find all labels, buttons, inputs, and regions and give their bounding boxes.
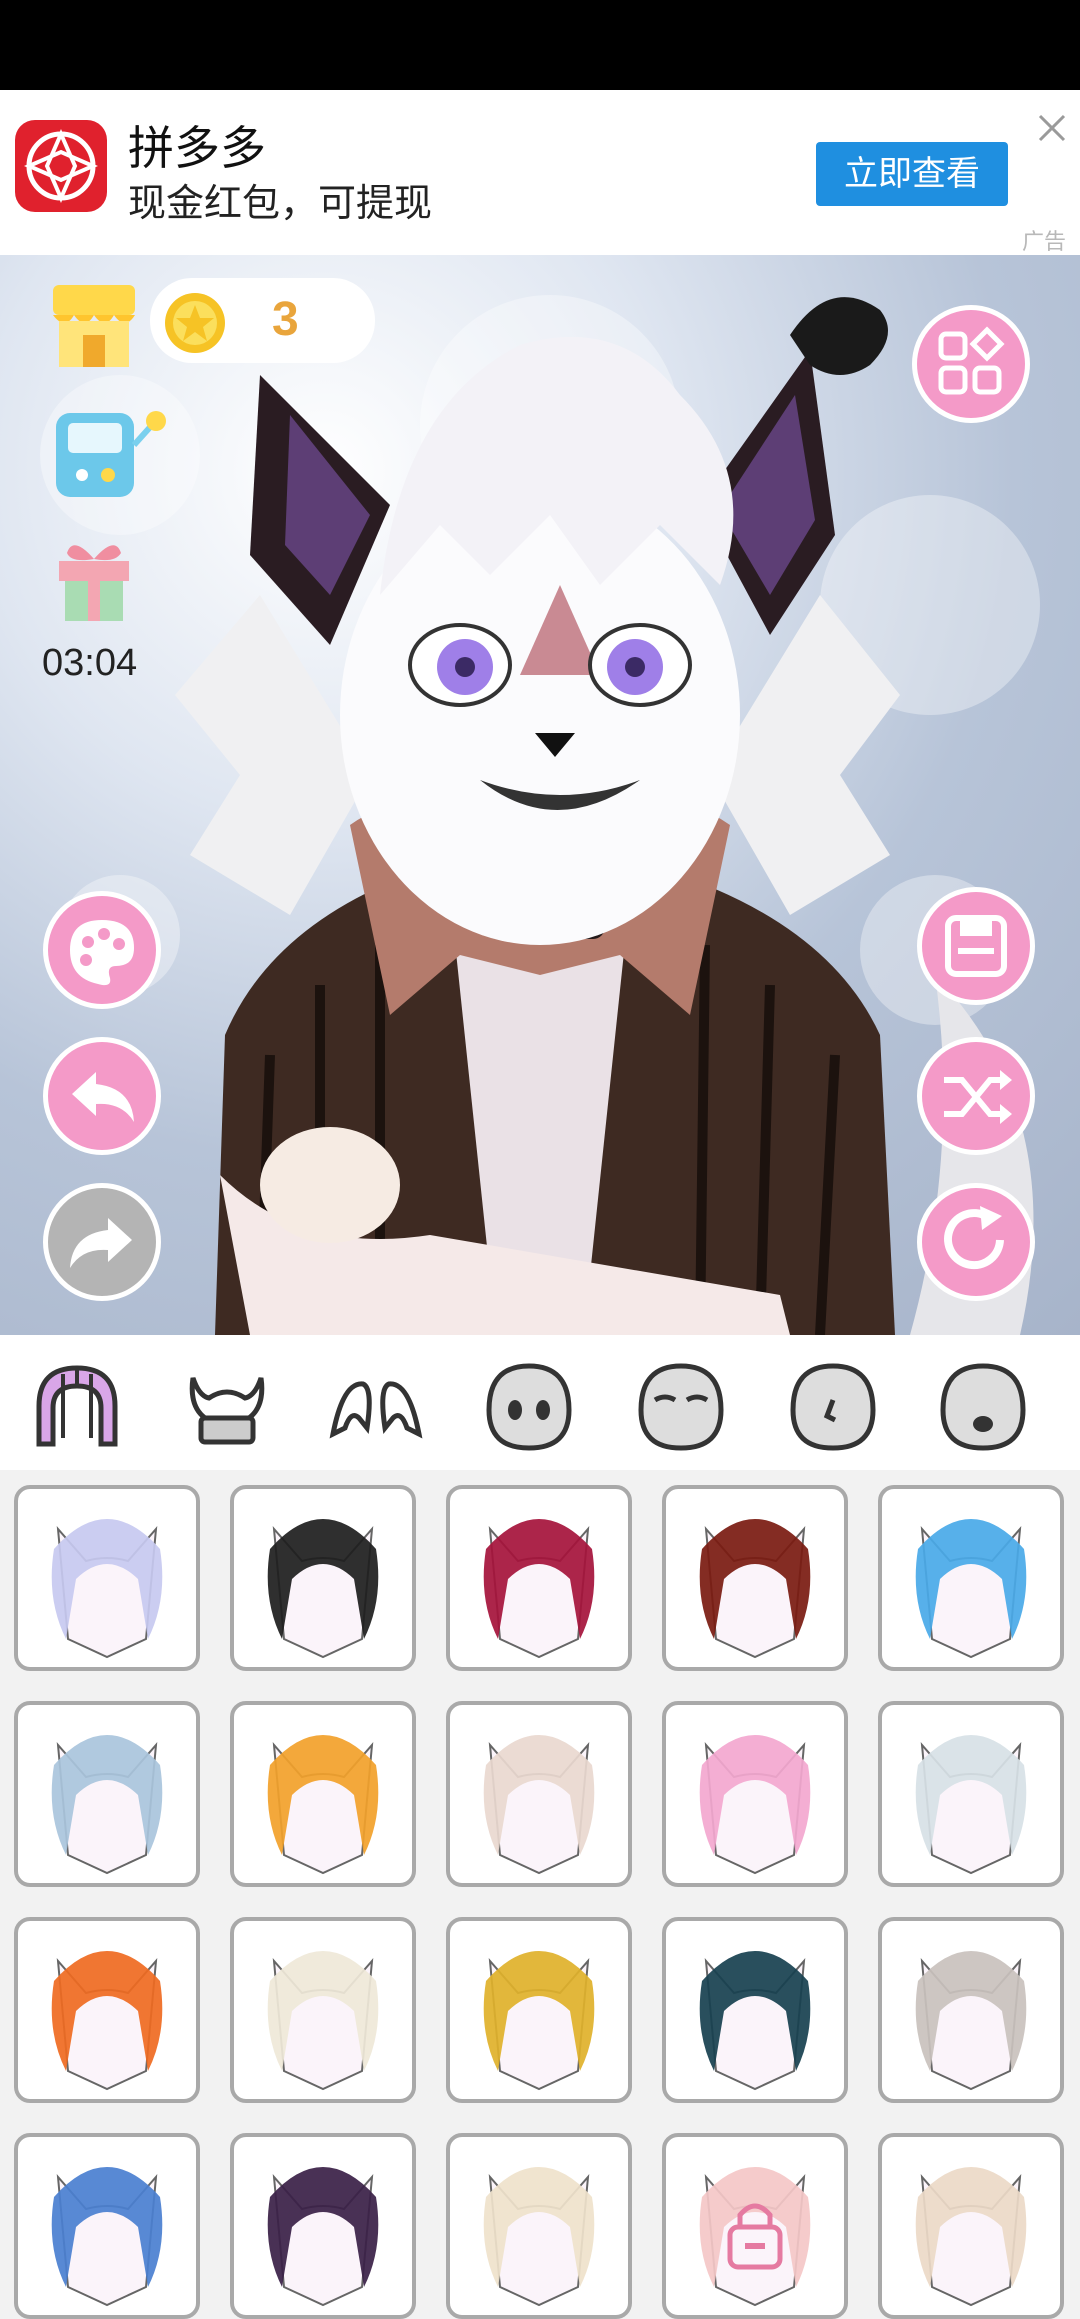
hair-option[interactable] [878, 1701, 1064, 1887]
coin-count: 3 [272, 293, 299, 346]
hair-option[interactable] [230, 2133, 416, 2319]
hair-option[interactable] [446, 1917, 632, 2103]
hair-option[interactable] [662, 1917, 848, 2103]
ad-view-button[interactable]: 立即查看 [816, 142, 1008, 206]
face-brows-tab-icon[interactable] [633, 1358, 729, 1454]
hair-option[interactable] [878, 1485, 1064, 1671]
hair-option[interactable] [446, 1701, 632, 1887]
face-eyes-tab-icon[interactable] [481, 1358, 577, 1454]
hair-option[interactable] [662, 1485, 848, 1671]
hair-option[interactable] [446, 2133, 632, 2319]
shuffle-button[interactable] [917, 1037, 1035, 1155]
gacha-machine-icon[interactable] [52, 405, 170, 501]
ad-subtitle[interactable]: 现金红包，可提现 [128, 172, 432, 227]
reset-icon [944, 1206, 1004, 1269]
hair-option[interactable] [14, 1917, 200, 2103]
face-nose-tab-icon[interactable] [785, 1358, 881, 1454]
redo-button[interactable] [43, 1183, 161, 1301]
undo-icon [72, 1072, 134, 1122]
hair-option-locked[interactable] [662, 2133, 848, 2319]
coin-icon [163, 291, 227, 355]
status-bar [0, 0, 1080, 90]
reset-button[interactable] [917, 1183, 1035, 1301]
hair-option[interactable] [14, 1701, 200, 1887]
hair-option[interactable] [230, 1917, 416, 2103]
hair-option[interactable] [878, 2133, 1064, 2319]
ad-banner[interactable]: 拼多多 现金红包，可提现 立即查看 广告 [0, 90, 1080, 255]
palette-button[interactable] [43, 891, 161, 1009]
hair-option[interactable] [14, 1485, 200, 1671]
save-button[interactable] [917, 887, 1035, 1005]
hair-option[interactable] [878, 1917, 1064, 2103]
ad-title[interactable]: 拼多多 [128, 112, 266, 178]
close-icon[interactable] [1032, 108, 1072, 148]
hair-option[interactable] [14, 2133, 200, 2319]
face-mouth-tab-icon[interactable] [935, 1358, 1031, 1454]
ears-tab-icon[interactable] [327, 1358, 423, 1454]
hair-option[interactable] [230, 1701, 416, 1887]
shuffle-icon [944, 1070, 1012, 1124]
shop-icon[interactable] [45, 275, 143, 373]
hair-option[interactable] [446, 1485, 632, 1671]
hair-option[interactable] [230, 1485, 416, 1671]
timer: 03:04 [42, 642, 138, 684]
undo-button[interactable] [43, 1037, 161, 1155]
menu-grid-icon [938, 326, 1005, 395]
hair-option[interactable] [662, 1701, 848, 1887]
ad-mark: 广告 [1021, 229, 1066, 254]
save-icon [945, 915, 1007, 977]
redo-icon [70, 1218, 132, 1268]
horns-tab-icon[interactable] [179, 1358, 275, 1454]
menu-button[interactable] [912, 305, 1030, 423]
palette-icon [70, 920, 134, 986]
pinduoduo-logo[interactable] [15, 120, 107, 212]
gift-icon[interactable] [53, 535, 135, 623]
hair-tab-icon[interactable] [29, 1358, 125, 1454]
